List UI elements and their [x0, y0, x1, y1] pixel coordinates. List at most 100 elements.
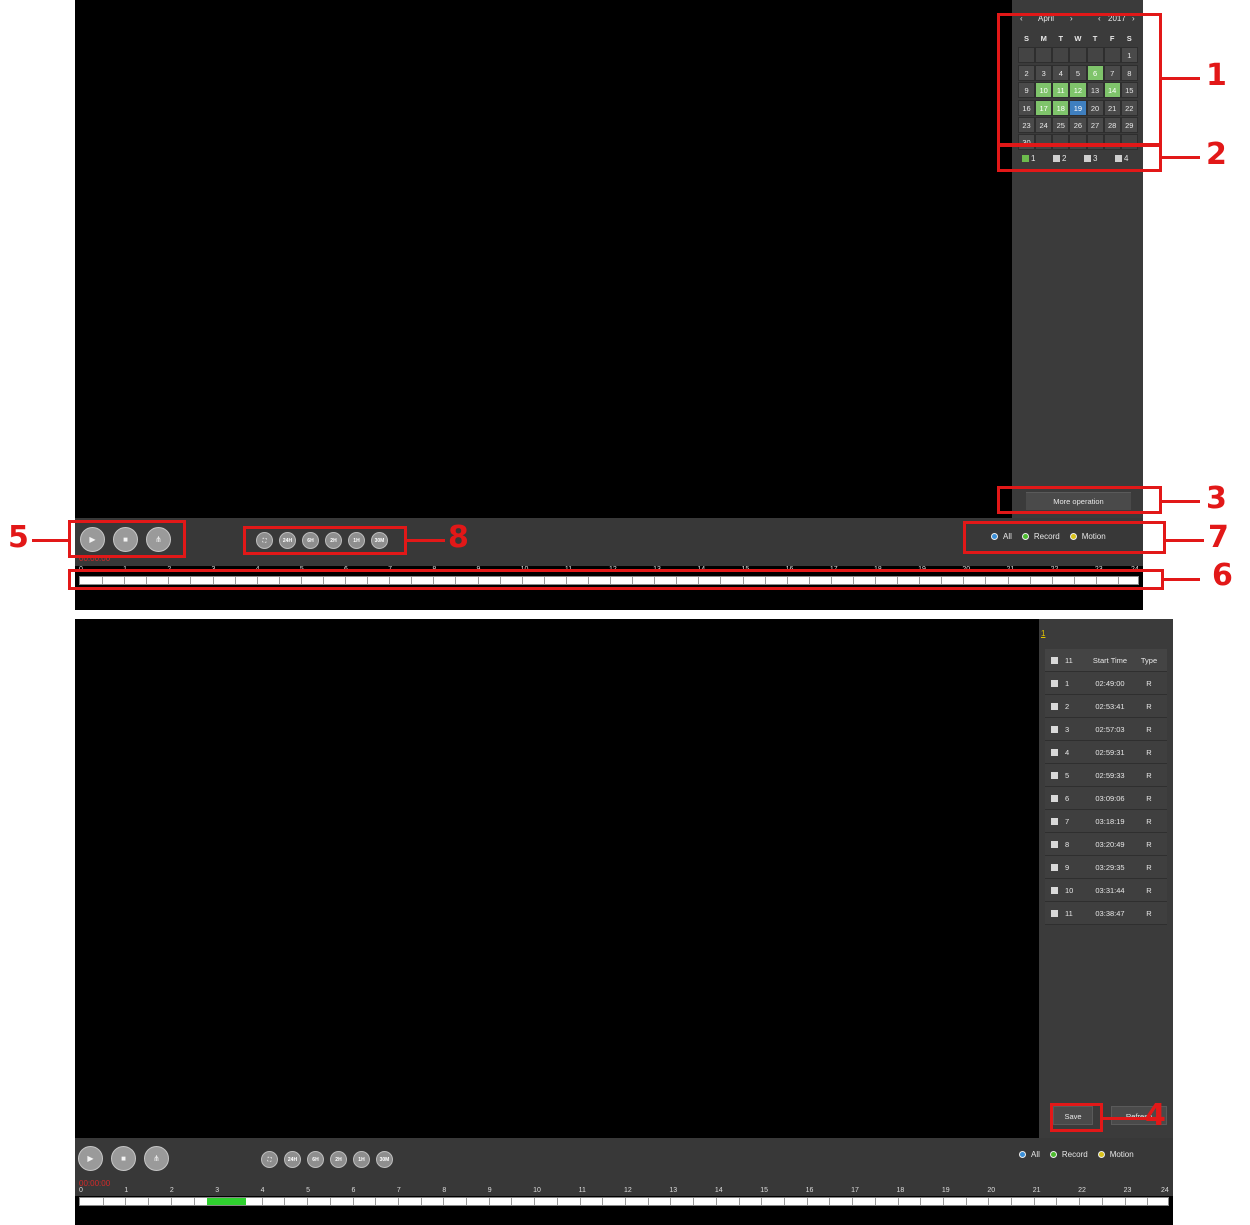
timeline-tick	[806, 1198, 808, 1205]
row-start-time: 02:53:41	[1095, 701, 1125, 711]
video-area	[75, 619, 1039, 1138]
row-type: R	[1146, 701, 1152, 711]
hour-label: 11	[578, 1187, 586, 1194]
hour-label: 16	[805, 1187, 814, 1194]
hour-label: 23	[1123, 1187, 1132, 1194]
select-all-checkbox[interactable]	[1051, 656, 1058, 664]
play-button[interactable]: ▶	[78, 1146, 103, 1171]
filter-label: Record	[1061, 1150, 1088, 1159]
row-checkbox[interactable]	[1051, 886, 1058, 894]
row-start-time: 03:09:06	[1095, 793, 1125, 803]
filter-record[interactable]: Record	[1049, 1150, 1088, 1159]
timeline-hour-labels: 0 1 2 3 4 5 6 7 8 9 10 11 12 13 14 15 16 17 18 19 20 21 22 23 24	[79, 1187, 1169, 1197]
clip-button[interactable]: ⋔	[144, 1146, 169, 1171]
row-checkbox[interactable]	[1051, 725, 1058, 733]
timeline-tick	[534, 1198, 536, 1205]
table-row[interactable]: 5 02:59:33 R	[1045, 764, 1167, 787]
timeline-tick	[488, 1198, 490, 1205]
timeline-tick	[1101, 1198, 1103, 1205]
table-row[interactable]: 10 03:31:44 R	[1045, 879, 1167, 902]
row-start-time: 03:18:19	[1095, 816, 1125, 826]
timeline-tick	[852, 1198, 854, 1205]
timeline-bar[interactable]	[79, 1197, 1169, 1206]
row-checkbox[interactable]	[1051, 909, 1058, 917]
hour-label: 12	[624, 1187, 632, 1194]
zoom-button[interactable]: 24H	[284, 1151, 301, 1168]
timeline-tick	[647, 1198, 649, 1205]
hour-label: 19	[941, 1187, 950, 1194]
row-type: R	[1146, 862, 1152, 872]
recorded-segment	[207, 1198, 246, 1205]
zoom-button[interactable]: 2H	[330, 1151, 347, 1168]
row-type: R	[1146, 678, 1152, 688]
timeline-tick	[965, 1198, 967, 1205]
filter-all[interactable]: All	[1019, 1150, 1040, 1159]
row-checkbox[interactable]	[1051, 794, 1058, 802]
row-number: 5	[1065, 770, 1070, 780]
table-row[interactable]: 4 02:59:31 R	[1045, 741, 1167, 764]
timeline-tick	[102, 1198, 104, 1205]
annotation-line-7	[1166, 539, 1204, 542]
row-checkbox[interactable]	[1051, 863, 1058, 871]
row-start-time: 02:59:33	[1095, 770, 1125, 780]
row-checkbox[interactable]	[1051, 817, 1058, 825]
row-type: R	[1146, 724, 1152, 734]
filter-label: All	[1031, 1150, 1040, 1159]
timeline-tick	[170, 1198, 172, 1205]
table-row[interactable]: 11 03:38:47 R	[1045, 902, 1167, 925]
table-row[interactable]: 7 03:18:19 R	[1045, 810, 1167, 833]
record-type-filters: All Record Motion	[1019, 1150, 1144, 1159]
row-type: R	[1146, 908, 1152, 918]
table-row[interactable]: 2 02:53:41 R	[1045, 695, 1167, 718]
header-start-time: Start Time	[1092, 655, 1128, 665]
timeline-tick	[420, 1198, 422, 1205]
annotation-number-3: 3	[1206, 481, 1227, 516]
stop-button[interactable]: ■	[111, 1146, 136, 1171]
timeline-tick	[443, 1198, 445, 1205]
table-row[interactable]: 3 02:57:03 R	[1045, 718, 1167, 741]
row-checkbox[interactable]	[1051, 702, 1058, 710]
zoom-button[interactable]: 1H	[353, 1151, 370, 1168]
annotation-number-4: 4	[1145, 1098, 1166, 1133]
zoom-button[interactable]: 6H	[307, 1151, 324, 1168]
radio-icon[interactable]	[1097, 1151, 1105, 1158]
table-row[interactable]: 9 03:29:35 R	[1045, 856, 1167, 879]
row-start-time: 02:59:31	[1095, 747, 1125, 757]
timeline-tick	[352, 1198, 354, 1205]
row-checkbox[interactable]	[1051, 679, 1058, 687]
row-start-time: 03:29:35	[1095, 862, 1125, 872]
zoom-button[interactable]: 30M	[376, 1151, 393, 1168]
hour-label: 2	[169, 1187, 174, 1194]
table-row[interactable]: 8 03:20:49 R	[1045, 833, 1167, 856]
zoom-button[interactable]: ⛶	[261, 1151, 278, 1168]
annotation-box-5	[68, 520, 186, 558]
row-number: 4	[1065, 747, 1070, 757]
hour-label: 4	[260, 1187, 265, 1194]
table-row[interactable]: 1 02:49:00 R	[1045, 672, 1167, 695]
hour-label: 10	[533, 1187, 541, 1194]
annotation-box-8	[243, 526, 407, 555]
timeline-tick	[988, 1198, 990, 1205]
table-row[interactable]: 6 03:09:06 R	[1045, 787, 1167, 810]
timeline-tick	[125, 1198, 127, 1205]
radio-icon[interactable]	[1019, 1151, 1026, 1158]
row-start-time: 02:57:03	[1095, 724, 1125, 734]
row-type: R	[1146, 747, 1152, 757]
row-type: R	[1146, 839, 1152, 849]
row-checkbox[interactable]	[1051, 748, 1058, 756]
hour-label: 22	[1078, 1187, 1086, 1194]
annotation-number-8: 8	[448, 520, 469, 555]
row-checkbox[interactable]	[1051, 771, 1058, 779]
annotation-line-6	[1164, 578, 1200, 581]
radio-icon[interactable]	[1049, 1151, 1057, 1158]
timeline-tick	[738, 1198, 740, 1205]
timeline-tick	[942, 1198, 944, 1205]
row-checkbox[interactable]	[1051, 840, 1058, 848]
row-start-time: 03:20:49	[1095, 839, 1125, 849]
annotation-number-6: 6	[1212, 558, 1233, 593]
timeline-tick	[329, 1198, 331, 1205]
hour-label: 5	[306, 1187, 310, 1194]
page-link[interactable]: 1	[1041, 629, 1045, 638]
row-type: R	[1146, 793, 1152, 803]
filter-motion[interactable]: Motion	[1097, 1150, 1134, 1159]
